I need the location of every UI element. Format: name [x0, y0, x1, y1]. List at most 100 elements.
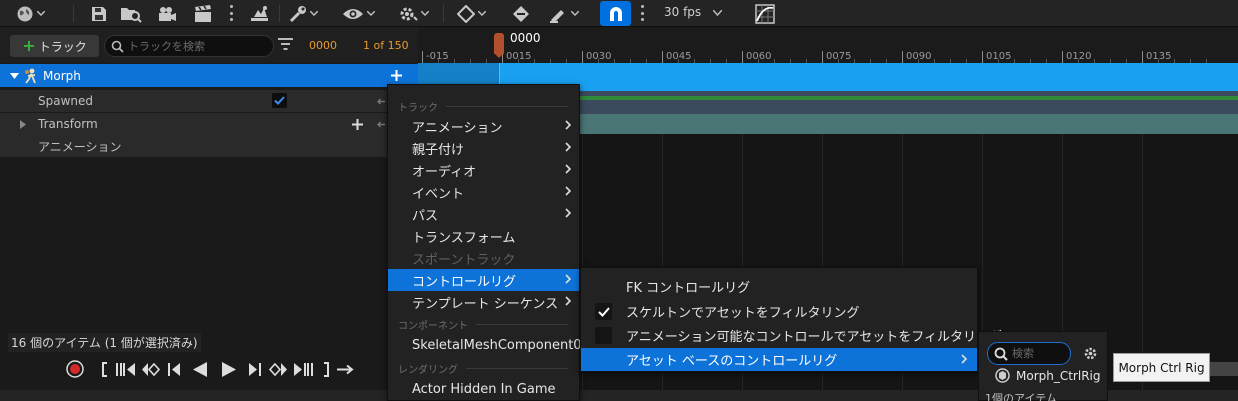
transform-icon[interactable]	[249, 3, 271, 24]
search-icon	[994, 347, 1008, 361]
loop-mode-icon[interactable]	[336, 364, 354, 375]
menu-item[interactable]: トランスフォーム	[388, 225, 579, 247]
gear-icon[interactable]	[398, 3, 429, 24]
spawned-checkbox[interactable]	[272, 93, 287, 108]
filter-icon[interactable]	[278, 38, 293, 50]
settings-gear-icon[interactable]	[1083, 346, 1098, 361]
asset-picker-menu: Morph_CtrlRig 1個のアイテム	[978, 331, 1108, 401]
track-row-morph[interactable]: Morph	[0, 64, 418, 87]
save-icon[interactable]	[91, 3, 107, 24]
clapper-icon[interactable]	[193, 3, 213, 24]
menu-item-actor-hidden[interactable]: Actor Hidden In Game	[388, 378, 579, 400]
menu-item[interactable]: 親子付け	[388, 137, 579, 159]
track-label-animation: アニメーション	[38, 139, 122, 154]
track-search-input[interactable]	[128, 39, 268, 53]
menu-item-label: 親子付け	[412, 142, 465, 158]
key-diamond-icon[interactable]	[457, 3, 486, 24]
playhead-handle[interactable]	[494, 33, 504, 54]
globe-icon[interactable]	[16, 3, 45, 24]
step-forward-key-icon[interactable]	[268, 362, 288, 377]
submenu-arrow-icon	[565, 164, 571, 174]
next-key-icon[interactable]	[293, 362, 313, 377]
menu-item-label: アニメーション可能なコントロールでアセットをフィルタリング	[626, 330, 1002, 345]
snap-options-icon[interactable]	[640, 5, 644, 21]
asset-item-morph-ctrlrig[interactable]: Morph_CtrlRig	[995, 368, 1101, 383]
add-track-context-menu: トラック コンポーネント SkeletalMeshComponent0 レンダリ…	[387, 84, 582, 401]
key-nav-arrow-icon[interactable]	[377, 121, 385, 128]
collapse-arrow-icon[interactable]	[10, 72, 19, 79]
menu-item[interactable]: オーディオ	[388, 159, 579, 181]
checkmark-icon	[597, 306, 610, 317]
play-reverse-icon[interactable]	[192, 361, 208, 378]
ruler-tick	[662, 51, 663, 63]
track-row-animation[interactable]: アニメーション	[0, 135, 418, 157]
menu-item-label: コントロールリグ	[412, 274, 517, 290]
control-rig-menu-item[interactable]: アニメーション可能なコントロールでアセットをフィルタリング	[581, 324, 1002, 347]
find-asset-icon[interactable]	[120, 3, 142, 24]
control-rig-menu-item[interactable]: FK コントロールリグ	[581, 275, 977, 298]
menu-item[interactable]: パス	[388, 203, 579, 225]
add-track-button[interactable]: + トラック	[10, 35, 99, 57]
step-forward-frame-icon[interactable]	[248, 362, 262, 377]
ruler-tick	[1062, 51, 1063, 63]
toolbar-separator	[443, 5, 444, 22]
jump-to-end-icon[interactable]	[321, 361, 331, 378]
ruler-tick	[982, 51, 983, 63]
section-label: トラック	[398, 103, 438, 114]
menu-item-label: Actor Hidden In Game	[412, 381, 556, 397]
asset-search-input[interactable]	[1012, 347, 1067, 360]
key-fill-icon[interactable]	[512, 3, 530, 24]
record-icon[interactable]	[66, 360, 84, 378]
ruler-tick	[422, 51, 423, 63]
prev-key-icon[interactable]	[116, 362, 136, 377]
menu-checkbox[interactable]	[595, 327, 612, 344]
menu-item[interactable]: アニメーション	[388, 115, 579, 137]
add-track-label: トラック	[38, 39, 87, 54]
menu-item-component[interactable]: SkeletalMeshComponent0	[388, 334, 582, 356]
track-label-spawned: Spawned	[38, 94, 94, 108]
menu-item-label: テンプレート シーケンス	[412, 296, 559, 312]
wrench-icon[interactable]	[289, 3, 318, 24]
brush-icon[interactable]	[548, 3, 579, 24]
submenu-arrow-icon	[565, 120, 571, 130]
menu-item-label: トランスフォーム	[412, 230, 516, 246]
key-nav-arrow-icon[interactable]	[377, 98, 385, 105]
control-rig-menu-item[interactable]: スケルトンでアセットをフィルタリング	[581, 300, 977, 323]
play-icon[interactable]	[221, 361, 237, 378]
fps-dropdown[interactable]: 30 fps	[664, 5, 723, 19]
control-rig-menu-item[interactable]: アセット ベースのコントロールリグ	[581, 348, 977, 371]
asset-search[interactable]	[987, 342, 1071, 365]
playhead-tip	[494, 53, 504, 58]
section-label: コンポーネント	[398, 321, 468, 332]
submenu-arrow-icon	[565, 142, 571, 152]
camera-icon[interactable]	[157, 3, 177, 24]
ruler-tick	[742, 51, 743, 63]
eye-icon[interactable]	[342, 3, 375, 24]
jump-to-start-icon[interactable]	[100, 361, 110, 378]
time-ruler[interactable]: -015 0015 0030 0045 0060 0075 0090 0105 0120 0135	[418, 27, 1238, 63]
menu-item[interactable]: コントロールリグ	[388, 269, 579, 291]
menu-item[interactable]: テンプレート シーケンス	[388, 291, 579, 313]
menu-item[interactable]: イベント	[388, 181, 579, 203]
menu-item-label: スケルトンでアセットをフィルタリング	[626, 306, 860, 321]
search-icon	[111, 40, 124, 53]
section-label: レンダリング	[398, 365, 458, 376]
skeletal-mesh-icon	[25, 68, 36, 84]
add-subtrack-icon[interactable]	[391, 70, 402, 81]
curve-editor-icon[interactable]	[755, 3, 775, 24]
expand-arrow-icon[interactable]	[20, 119, 26, 129]
step-back-frame-icon[interactable]	[167, 362, 181, 377]
track-row-spawned[interactable]: Spawned	[0, 90, 418, 112]
track-row-transform[interactable]: Transform	[0, 113, 418, 135]
menu-checkbox[interactable]	[595, 303, 612, 320]
add-key-icon[interactable]	[352, 119, 363, 130]
frame-count: 1 of 150	[363, 39, 409, 52]
more-options-icon[interactable]	[229, 5, 233, 21]
track-search[interactable]	[104, 35, 274, 57]
scrollbar-track[interactable]	[1210, 362, 1238, 376]
ruler-tick	[1142, 51, 1143, 63]
magnet-icon[interactable]	[600, 1, 631, 26]
step-back-key-icon[interactable]	[141, 362, 161, 377]
ruler-tick	[582, 51, 583, 63]
tracks-filter-bar: + トラック 0000 1 of 150	[0, 27, 418, 63]
